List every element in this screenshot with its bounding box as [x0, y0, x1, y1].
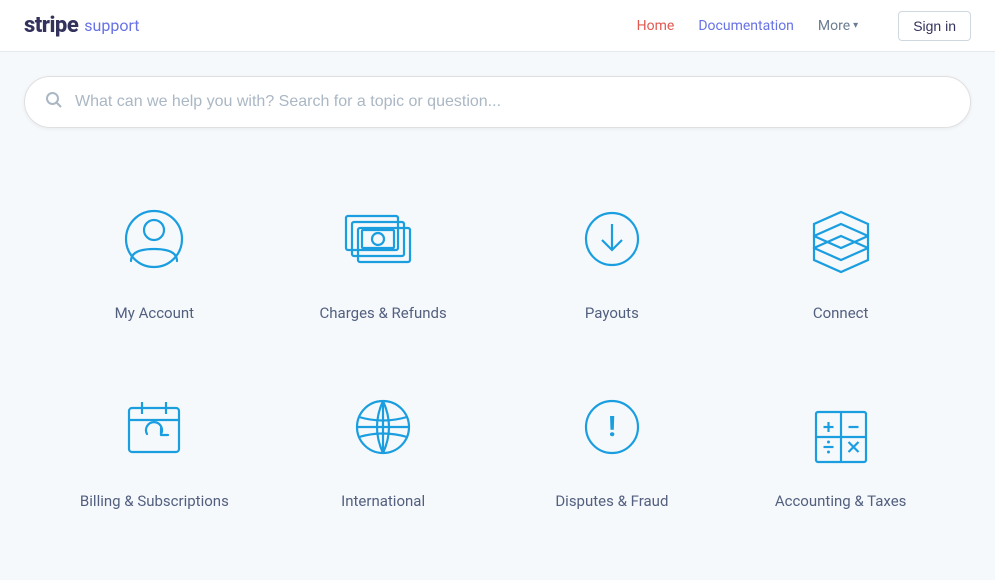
- category-billing-subscriptions[interactable]: Billing & Subscriptions: [40, 352, 269, 540]
- category-label: International: [341, 492, 425, 510]
- category-payouts[interactable]: Payouts: [498, 164, 727, 352]
- category-my-account[interactable]: My Account: [40, 164, 269, 352]
- category-label: Payouts: [585, 304, 639, 322]
- search-icon: [45, 91, 63, 114]
- category-charges-refunds[interactable]: Charges & Refunds: [269, 164, 498, 352]
- nav-documentation[interactable]: Documentation: [698, 18, 794, 34]
- payouts-icon: [567, 194, 657, 284]
- nav-home[interactable]: Home: [637, 18, 675, 34]
- category-accounting-taxes[interactable]: Accounting & Taxes: [726, 352, 955, 540]
- search-bar: [24, 76, 971, 128]
- search-section: [0, 52, 995, 144]
- category-label: Disputes & Fraud: [555, 492, 668, 510]
- navbar: stripe support Home Documentation More ▾…: [0, 0, 995, 52]
- category-international[interactable]: International: [269, 352, 498, 540]
- category-label: Charges & Refunds: [320, 304, 447, 322]
- category-label: Accounting & Taxes: [775, 492, 907, 510]
- accounting-icon: [796, 382, 886, 472]
- logo-stripe: stripe: [24, 13, 78, 38]
- billing-icon: [109, 382, 199, 472]
- nav-links: Home Documentation More ▾ Sign in: [637, 11, 971, 41]
- category-disputes-fraud[interactable]: ! Disputes & Fraud: [498, 352, 727, 540]
- logo[interactable]: stripe support: [24, 13, 139, 38]
- charges-refunds-icon: [338, 194, 428, 284]
- search-input[interactable]: [75, 93, 950, 111]
- nav-more-label: More: [818, 18, 850, 34]
- chevron-down-icon: ▾: [853, 20, 858, 31]
- category-connect[interactable]: Connect: [726, 164, 955, 352]
- disputes-icon: !: [567, 382, 657, 472]
- nav-more[interactable]: More ▾: [818, 18, 858, 34]
- international-icon: [338, 382, 428, 472]
- category-label: Connect: [813, 304, 869, 322]
- connect-icon: [796, 194, 886, 284]
- logo-support: support: [84, 16, 139, 35]
- categories-grid: My Account Charges & Refunds: [0, 144, 995, 580]
- category-label: My Account: [115, 304, 194, 322]
- my-account-icon: [109, 194, 199, 284]
- svg-text:!: !: [608, 410, 616, 443]
- category-label: Billing & Subscriptions: [80, 492, 229, 510]
- sign-in-button[interactable]: Sign in: [898, 11, 971, 41]
